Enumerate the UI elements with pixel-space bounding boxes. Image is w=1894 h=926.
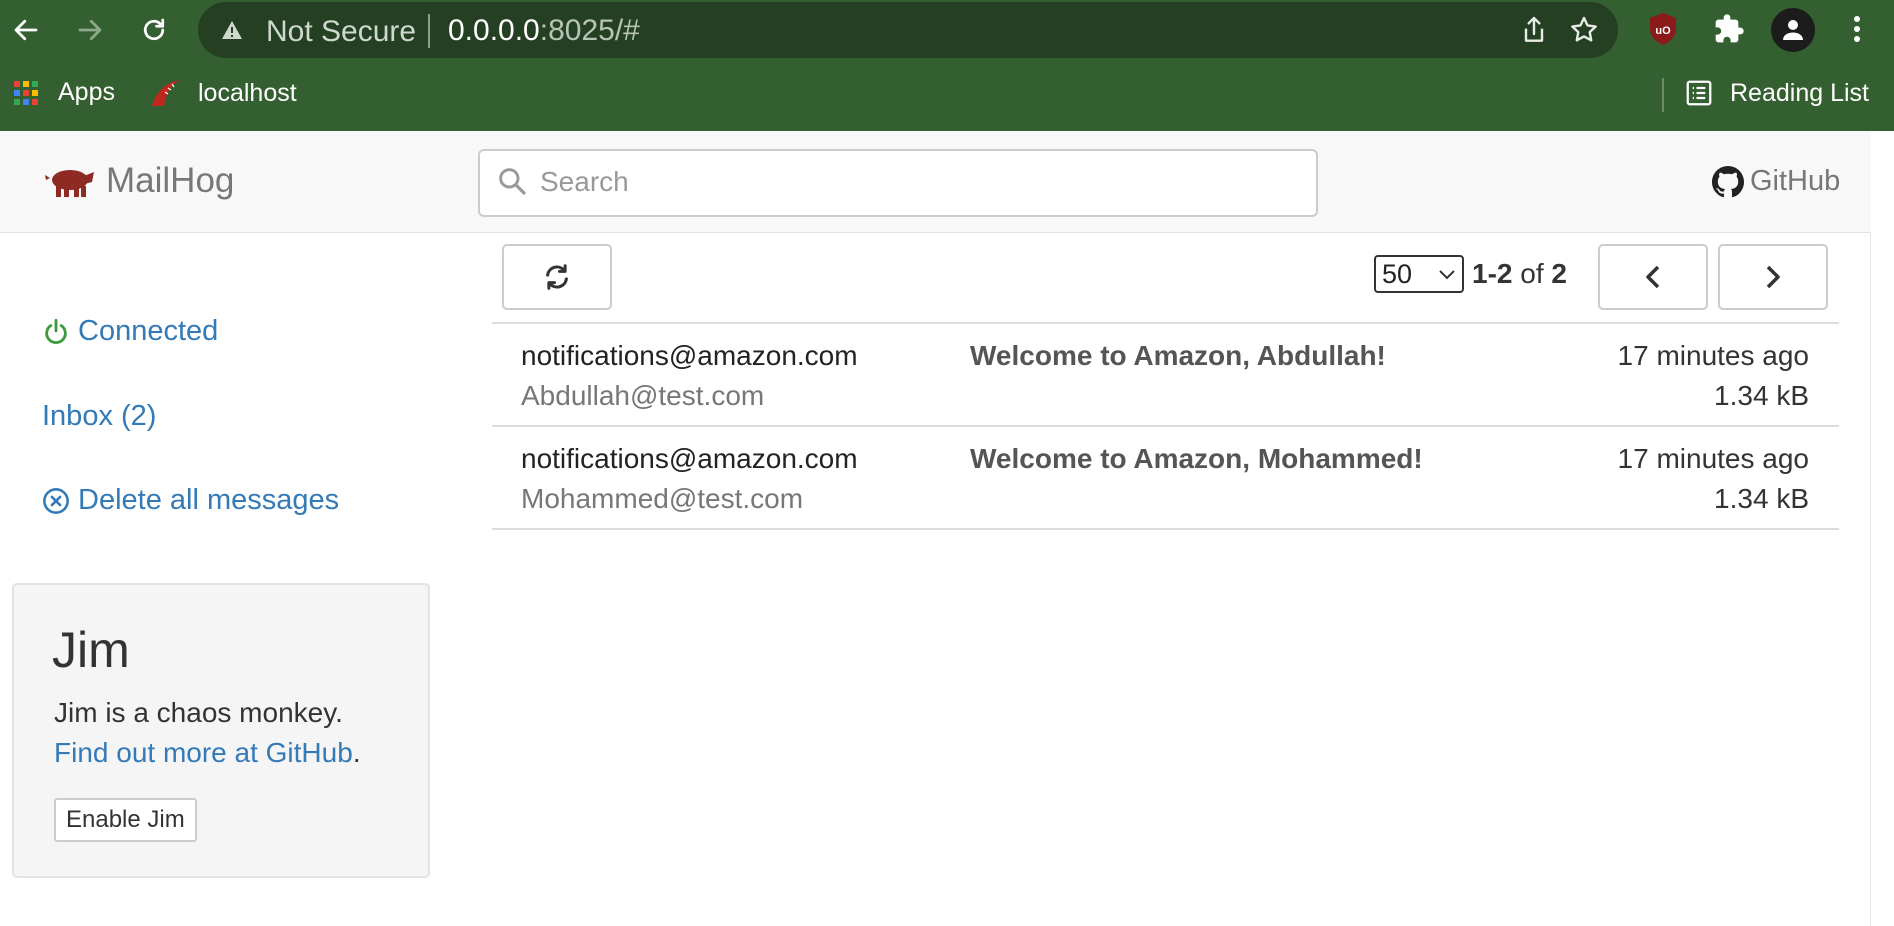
connection-status: Connected <box>42 315 218 348</box>
jim-github-link[interactable]: Find out more at GitHub <box>54 737 353 768</box>
delete-all-messages-link[interactable]: Delete all messages <box>42 484 339 517</box>
delete-all-label: Delete all messages <box>78 484 340 516</box>
page-of: of <box>1520 258 1544 289</box>
reading-list-icon <box>1686 80 1712 106</box>
address-bar[interactable]: Not Secure 0.0.0.0:8025/# <box>198 2 1618 58</box>
message-time: 17 minutes ago <box>1617 340 1809 371</box>
github-link[interactable]: GitHub <box>1712 165 1840 198</box>
inbox-label: Inbox (2) <box>42 400 157 432</box>
ublock-extension-icon[interactable]: uO <box>1648 12 1678 46</box>
browser-chrome: Not Secure 0.0.0.0:8025/# uO Apps localh… <box>0 0 1894 131</box>
next-page-button[interactable] <box>1718 244 1828 310</box>
message-subject: Welcome to Amazon, Mohammed! <box>970 443 1423 474</box>
pagination-info: 1-2 of 2 <box>1472 258 1567 290</box>
url-text[interactable]: 0.0.0.0:8025/# <box>448 14 640 48</box>
jim-description: Jim is a chaos monkey. <box>54 697 343 728</box>
jim-more-line: Find out more at GitHub. <box>54 737 361 769</box>
share-icon[interactable] <box>1518 14 1550 46</box>
person-icon <box>1783 20 1803 40</box>
puzzle-icon <box>1715 14 1744 43</box>
profile-avatar[interactable] <box>1771 8 1815 52</box>
kebab-menu-icon <box>1854 16 1860 42</box>
arrow-left-icon <box>14 19 38 41</box>
enable-jim-button[interactable]: Enable Jim <box>54 798 197 842</box>
page-range: 1-2 <box>1472 258 1513 289</box>
brand-link[interactable]: MailHog <box>44 161 234 201</box>
bookmark-localhost[interactable]: localhost <box>150 78 297 108</box>
forward-button[interactable] <box>68 8 112 52</box>
extensions-button[interactable] <box>1710 10 1748 48</box>
app-navbar: MailHog GitHub <box>0 131 1871 233</box>
jim-panel: Jim Jim is a chaos monkey. Find out more… <box>12 583 430 878</box>
bookmarks-divider <box>1662 78 1664 112</box>
url-host: 0.0.0.0 <box>448 14 540 47</box>
bookmark-localhost-label: localhost <box>198 78 297 107</box>
close-circle-icon <box>43 487 69 514</box>
refresh-icon <box>546 264 568 290</box>
reading-list-label: Reading List <box>1730 78 1869 107</box>
github-icon <box>1712 165 1744 197</box>
jim-title: Jim <box>52 622 130 678</box>
sidebar-item-inbox[interactable]: Inbox (2) <box>42 400 156 433</box>
star-icon[interactable] <box>1568 14 1600 46</box>
page-total: 2 <box>1551 258 1567 289</box>
url-path: :8025/# <box>539 14 640 47</box>
message-subject: Welcome to Amazon, Abdullah! <box>970 340 1386 371</box>
search-box[interactable] <box>478 149 1318 217</box>
arrow-right-icon <box>78 19 102 41</box>
message-size: 1.34 kB <box>1714 380 1809 411</box>
rails-icon <box>152 80 180 106</box>
chevron-left-icon <box>1646 265 1660 289</box>
message-from: notifications@amazon.com <box>521 340 858 371</box>
browser-menu-button[interactable] <box>1838 10 1876 48</box>
bookmark-apps[interactable]: Apps <box>14 78 115 107</box>
connected-label: Connected <box>78 315 219 347</box>
message-size: 1.34 kB <box>1714 483 1809 514</box>
reload-button[interactable] <box>132 8 176 52</box>
back-button[interactable] <box>4 8 48 52</box>
scroll-track <box>1870 232 1871 926</box>
previous-page-button[interactable] <box>1598 244 1708 310</box>
message-row[interactable]: notifications@amazon.com Mohammed@test.c… <box>492 425 1839 530</box>
apps-grid-icon <box>14 80 38 105</box>
jim-more-suffix: . <box>352 737 361 768</box>
pig-logo-icon <box>45 170 94 197</box>
omnibox-divider <box>428 14 430 48</box>
search-icon <box>499 168 526 195</box>
refresh-button[interactable] <box>502 244 612 310</box>
search-input[interactable] <box>538 159 1302 205</box>
per-page-select[interactable]: 50 <box>1374 255 1464 293</box>
brand-name: MailHog <box>106 161 235 200</box>
message-time: 17 minutes ago <box>1617 443 1809 474</box>
security-label[interactable]: Not Secure <box>266 15 416 49</box>
per-page-value: 50 <box>1382 258 1413 289</box>
reload-icon <box>143 18 165 41</box>
message-from: notifications@amazon.com <box>521 443 858 474</box>
bookmark-apps-label: Apps <box>58 78 115 106</box>
message-list: notifications@amazon.com Abdullah@test.c… <box>492 322 1839 530</box>
bookmarks-bar: Apps localhost Reading List <box>0 66 1894 128</box>
power-icon <box>45 318 67 344</box>
github-label: GitHub <box>1750 165 1841 197</box>
reading-list-button[interactable]: Reading List <box>1684 78 1869 108</box>
ublock-label: uO <box>1655 25 1671 37</box>
message-row[interactable]: notifications@amazon.com Abdullah@test.c… <box>492 322 1839 425</box>
chevron-right-icon <box>1766 265 1780 289</box>
warning-icon <box>222 21 242 39</box>
chevron-down-icon <box>1439 270 1455 280</box>
message-to: Mohammed@test.com <box>521 483 804 514</box>
message-to: Abdullah@test.com <box>521 380 765 411</box>
